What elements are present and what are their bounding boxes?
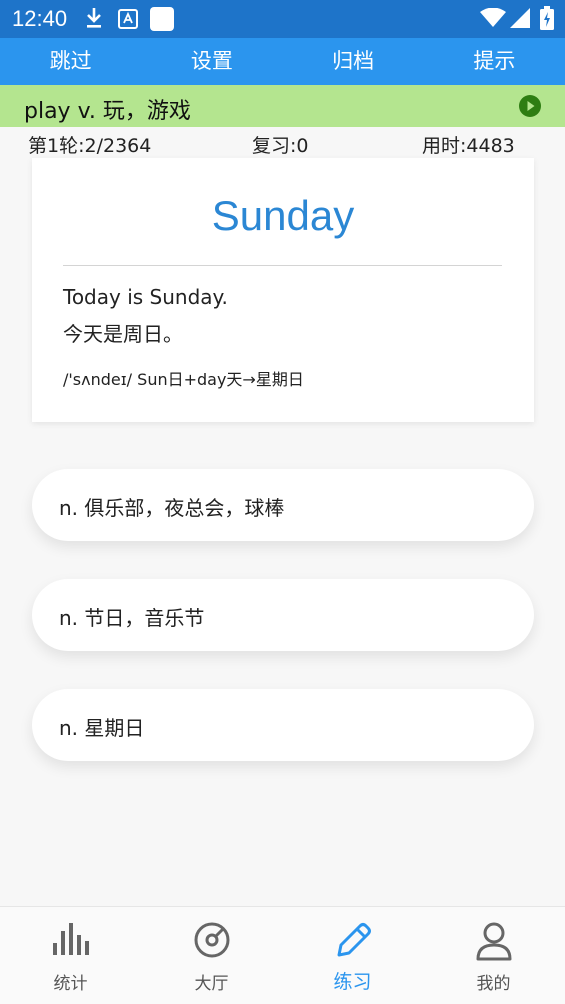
tab-label: 统计	[53, 974, 88, 994]
card-divider	[63, 265, 502, 266]
play-circle-icon[interactable]	[519, 95, 541, 117]
answer-option-text: n. 俱乐部，夜总会，球棒	[59, 496, 285, 520]
wifi-icon	[480, 8, 506, 27]
bar-chart-icon	[52, 923, 89, 955]
example-sentence-zh: 今天是周日。	[63, 322, 183, 346]
progress-stats: 第1轮:2/2364 复习:0 用时:4483	[0, 131, 565, 159]
hint-button[interactable]: 提示	[424, 38, 565, 85]
person-icon	[476, 922, 511, 961]
tab-lobby[interactable]: 大厅	[141, 907, 282, 1004]
headword: Sunday	[211, 192, 355, 239]
skip-button[interactable]: 跳过	[0, 38, 141, 85]
word-card: Sunday Today is Sunday. 今天是周日。 /'sʌndeɪ/…	[32, 158, 534, 422]
time-used: 用时:4483	[422, 135, 515, 157]
bottom-tab-bar: 统计 大厅 练习 我的	[0, 906, 565, 1004]
tab-statistics[interactable]: 统计	[0, 907, 141, 1004]
previous-word-text: play v. 玩，游戏	[24, 99, 191, 124]
translate-app-icon	[118, 9, 138, 29]
review-count: 复习:0	[252, 135, 309, 157]
pencil-icon	[337, 923, 371, 957]
example-sentence-en: Today is Sunday.	[63, 285, 228, 309]
tab-label: 练习	[333, 971, 372, 993]
battery-icon	[540, 6, 554, 30]
status-time: 12:40	[12, 6, 68, 31]
answer-option-1[interactable]: n. 俱乐部，夜总会，球棒	[32, 469, 534, 541]
round-progress: 第1轮:2/2364	[28, 135, 152, 157]
archive-button[interactable]: 归档	[283, 38, 424, 85]
tab-label: 大厅	[194, 974, 229, 994]
tab-practice[interactable]: 练习	[282, 907, 423, 1004]
answer-option-text: n. 星期日	[59, 716, 145, 740]
answer-option-2[interactable]: n. 节日，音乐节	[32, 579, 534, 651]
gauge-icon	[194, 922, 229, 958]
previous-word-bar[interactable]: play v. 玩，游戏	[0, 85, 565, 127]
phonetic-etymology: /'sʌndeɪ/ Sun日+day天→星期日	[63, 370, 304, 389]
app-square-icon	[150, 7, 174, 31]
tab-profile[interactable]: 我的	[423, 907, 564, 1004]
cellular-icon	[510, 8, 530, 28]
answer-option-text: n. 节日，音乐节	[59, 606, 205, 630]
tab-label: 我的	[476, 974, 511, 994]
download-icon	[87, 8, 101, 28]
settings-button[interactable]: 设置	[141, 38, 282, 85]
top-nav: 跳过 设置 归档 提示	[0, 38, 565, 85]
status-bar: 12:40	[0, 0, 565, 38]
answer-option-3[interactable]: n. 星期日	[32, 689, 534, 761]
